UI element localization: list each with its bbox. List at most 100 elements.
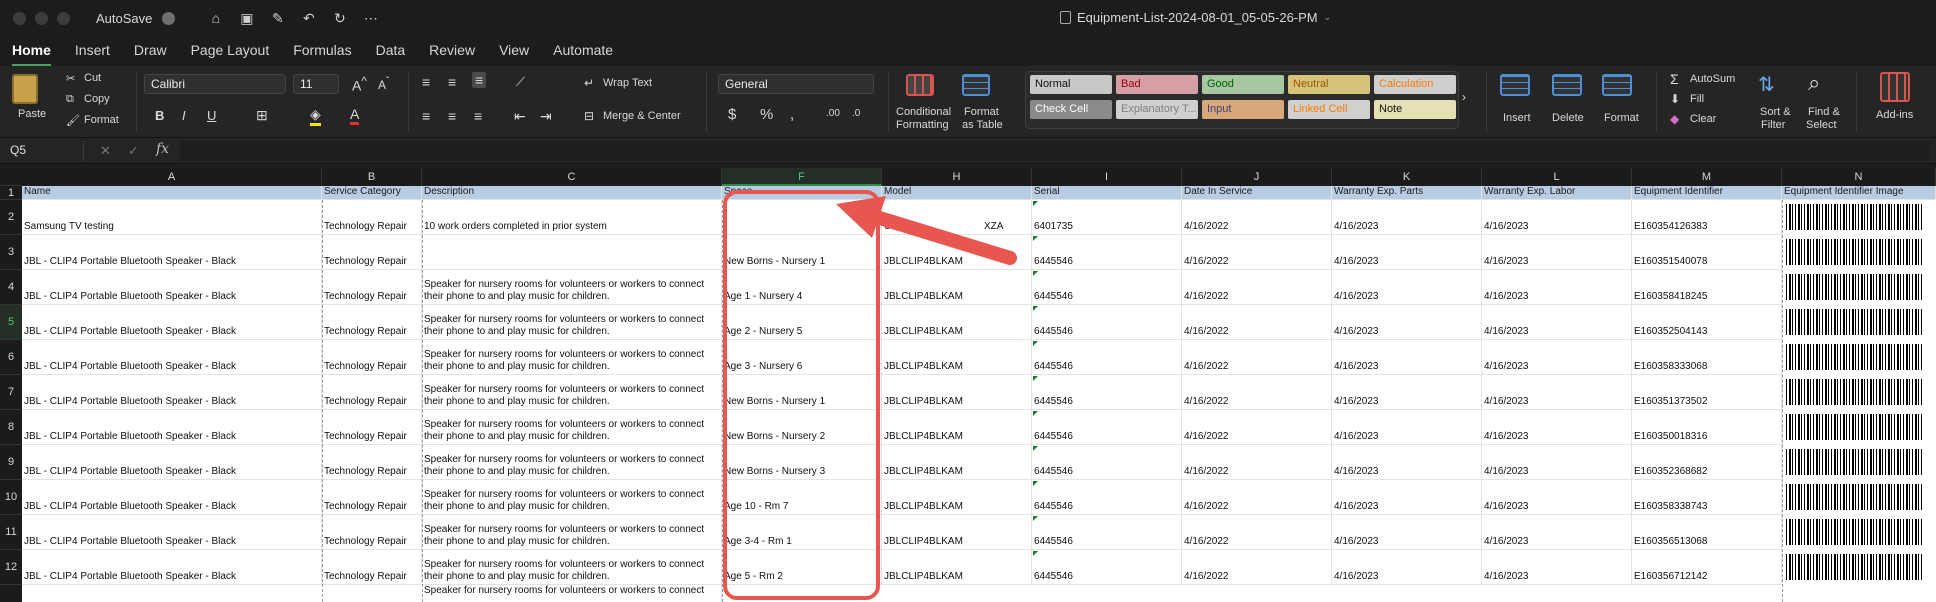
percent-icon[interactable]: % xyxy=(760,106,773,123)
cell-col-f[interactable]: Age 2 - Nursery 5 xyxy=(722,305,882,340)
cell-col-l[interactable]: 4/16/2023 xyxy=(1482,235,1632,270)
cell-col-f[interactable]: New Borns - Nursery 2 xyxy=(722,410,882,445)
format-as-table-button[interactable]: Format xyxy=(964,106,999,118)
currency-icon[interactable]: $ xyxy=(728,106,736,123)
column-header-h[interactable]: H xyxy=(882,168,1032,186)
autosum-button[interactable]: AutoSum xyxy=(1690,73,1735,85)
cell-col-h[interactable]: JBLCLIP4BLKAM xyxy=(882,340,1032,375)
cell-col-f[interactable]: Age 3-4 - Rm 1 xyxy=(722,515,882,550)
tab-view[interactable]: View xyxy=(487,42,541,66)
cell-col-i[interactable]: 6445546 xyxy=(1032,235,1182,270)
clear-icon[interactable]: ◆ xyxy=(1670,112,1679,126)
cell-col-m[interactable]: E160354126383 xyxy=(1632,200,1782,235)
column-header-a[interactable]: A xyxy=(22,168,322,186)
cell-col-j[interactable]: 4/16/2022 xyxy=(1182,445,1332,480)
insert-cells-button[interactable]: Insert xyxy=(1503,112,1531,124)
header-cell-col-a[interactable]: Name xyxy=(22,186,322,200)
tab-home[interactable]: Home xyxy=(0,42,63,66)
align-middle-icon[interactable]: ≡ xyxy=(448,74,456,90)
header-cell-col-l[interactable]: Warranty Exp. Labor xyxy=(1482,186,1632,200)
cell-style-explanatory-t[interactable]: Explanatory T... xyxy=(1116,100,1198,119)
cell-col-l[interactable]: 4/16/2023 xyxy=(1482,200,1632,235)
row-header-5[interactable]: 5 xyxy=(0,305,22,340)
paste-icon[interactable] xyxy=(12,74,38,104)
cell-col-b[interactable]: Technology Repair xyxy=(322,445,422,480)
cell-style-bad[interactable]: Bad xyxy=(1116,75,1198,94)
row-header-7[interactable]: 7 xyxy=(0,375,22,410)
cell-col-l[interactable]: 4/16/2023 xyxy=(1482,480,1632,515)
cell-col-k[interactable]: 4/16/2023 xyxy=(1332,515,1482,550)
decrease-font-icon[interactable]: Aˇ xyxy=(378,76,389,92)
format-as-table-icon[interactable] xyxy=(962,74,990,96)
cell-col-a[interactable]: Samsung TV testing xyxy=(22,200,322,235)
cell-style-linked-cell[interactable]: Linked Cell xyxy=(1288,100,1370,119)
fill-color-icon[interactable]: ◈ xyxy=(310,106,321,126)
cell-col-m[interactable]: E160350018316 xyxy=(1632,410,1782,445)
column-header-m[interactable]: M xyxy=(1632,168,1782,186)
orientation-icon[interactable]: ⟋ xyxy=(516,74,525,90)
row-header-11[interactable]: 11 xyxy=(0,515,22,550)
cell-col-f[interactable]: Age 3 - Nursery 6 xyxy=(722,340,882,375)
cell-col-m[interactable]: E160352504143 xyxy=(1632,305,1782,340)
cell-style-normal[interactable]: Normal xyxy=(1030,75,1112,94)
cell-col-f[interactable]: New Borns - Nursery 1 xyxy=(722,375,882,410)
cell-col-f[interactable] xyxy=(722,200,882,235)
row-header-partial[interactable] xyxy=(0,585,22,602)
cell-col-b[interactable]: Technology Repair xyxy=(322,375,422,410)
cell-col-a[interactable]: JBL - CLIP4 Portable Bluetooth Speaker -… xyxy=(22,375,322,410)
cell-col-b[interactable]: Technology Repair xyxy=(322,480,422,515)
row-header-6[interactable]: 6 xyxy=(0,340,22,375)
cell-col-k[interactable]: 4/16/2023 xyxy=(1332,340,1482,375)
function-icon[interactable]: fx xyxy=(156,141,169,157)
cell-col-b[interactable]: Technology Repair xyxy=(322,200,422,235)
header-cell-col-j[interactable]: Date In Service xyxy=(1182,186,1332,200)
header-cell-col-f[interactable]: Space xyxy=(722,186,882,200)
format-painter-icon[interactable]: 🖌 xyxy=(66,114,80,127)
cell-col-j[interactable]: 4/16/2022 xyxy=(1182,410,1332,445)
cell-col-h[interactable]: JBLCLIP4BLKAM xyxy=(882,445,1032,480)
cell-col-c[interactable]: Speaker for nursery rooms for volunteers… xyxy=(422,270,722,305)
font-size-select[interactable]: 11 xyxy=(293,74,339,94)
clear-button[interactable]: Clear xyxy=(1690,113,1716,125)
format-painter-button[interactable]: Format xyxy=(84,114,119,126)
header-cell-col-n[interactable]: Equipment Identifier Image xyxy=(1782,186,1936,200)
cell-col-l[interactable]: 4/16/2023 xyxy=(1482,445,1632,480)
delete-cells-button[interactable]: Delete xyxy=(1552,112,1584,124)
copy-icon[interactable]: ⧉ xyxy=(66,93,74,106)
copy-button[interactable]: Copy xyxy=(84,93,110,105)
cell-col-f[interactable]: New Borns - Nursery 1 xyxy=(722,235,882,270)
cell-col-l[interactable]: 4/16/2023 xyxy=(1482,550,1632,585)
wrap-text-button[interactable]: Wrap Text xyxy=(603,77,652,89)
cell-col-i[interactable]: 6445546 xyxy=(1032,480,1182,515)
cell-col-c[interactable]: Speaker for nursery rooms for volunteers… xyxy=(422,480,722,515)
redo-icon[interactable]: ↻ xyxy=(331,10,348,27)
cell-col-h[interactable]: JBLCLIP4BLKAM xyxy=(882,270,1032,305)
cell-col-j[interactable]: 4/16/2022 xyxy=(1182,375,1332,410)
cell-col-j[interactable]: 4/16/2022 xyxy=(1182,235,1332,270)
cell-col-k[interactable]: 4/16/2023 xyxy=(1332,305,1482,340)
header-cell-col-m[interactable]: Equipment Identifier xyxy=(1632,186,1782,200)
fill-button[interactable]: Fill xyxy=(1690,93,1704,105)
cell-col-h[interactable]: JBLCLIP4BLKAM xyxy=(882,410,1032,445)
align-left-icon[interactable]: ≡ xyxy=(422,108,430,124)
tab-draw[interactable]: Draw xyxy=(122,42,179,66)
conditional-formatting-icon[interactable] xyxy=(906,74,934,96)
cell-col-i[interactable]: 6445546 xyxy=(1032,305,1182,340)
cell-col-c[interactable]: Speaker for nursery rooms for volunteers… xyxy=(422,375,722,410)
row-header-8[interactable]: 8 xyxy=(0,410,22,445)
cell-col-l[interactable]: 4/16/2023 xyxy=(1482,270,1632,305)
merge-center-button[interactable]: Merge & Center xyxy=(603,110,681,122)
cell-col-c[interactable]: Speaker for nursery rooms for volunteers… xyxy=(422,585,722,602)
format-cells-button[interactable]: Format xyxy=(1604,112,1639,124)
cell-col-b[interactable]: Technology Repair xyxy=(322,270,422,305)
cell-col-h[interactable]: JBLCLIP4BLKAM xyxy=(882,480,1032,515)
cell-col-i[interactable]: 6445546 xyxy=(1032,515,1182,550)
cell-col-l[interactable]: 4/16/2023 xyxy=(1482,515,1632,550)
cell-col-f[interactable]: Age 1 - Nursery 4 xyxy=(722,270,882,305)
column-header-i[interactable]: I xyxy=(1032,168,1182,186)
column-header-n[interactable]: N xyxy=(1782,168,1936,186)
tab-page-layout[interactable]: Page Layout xyxy=(179,42,282,66)
cell-col-a[interactable]: JBL - CLIP4 Portable Bluetooth Speaker -… xyxy=(22,410,322,445)
name-box[interactable]: Q5 xyxy=(4,141,84,161)
decrease-decimal-icon[interactable]: .0 xyxy=(852,108,860,119)
